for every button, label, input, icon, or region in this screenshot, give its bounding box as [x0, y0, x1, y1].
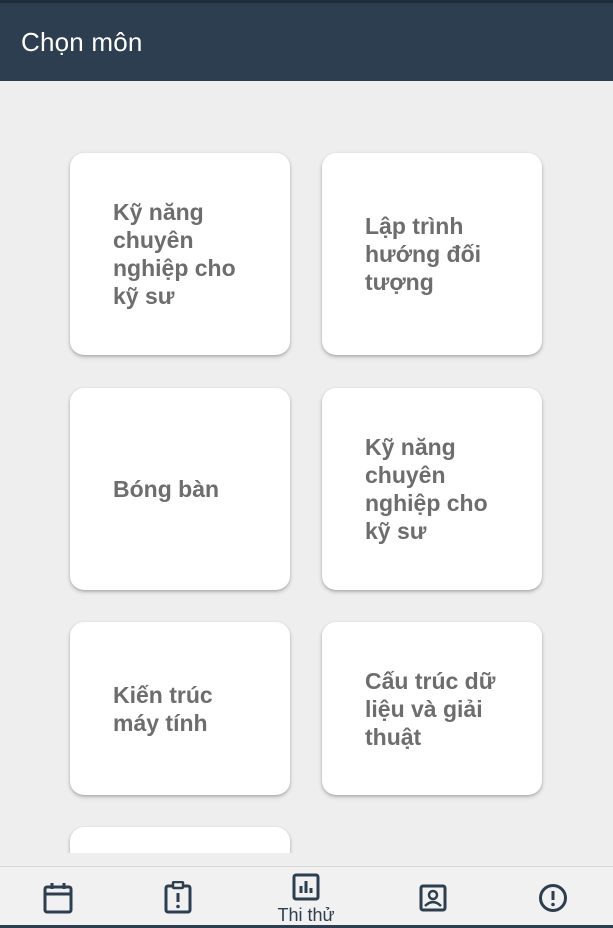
- subject-card-label: Kiến trúc máy tính: [113, 681, 213, 736]
- page-title: Chọn môn: [21, 27, 143, 57]
- nav-item-label: Thi thử: [277, 905, 335, 925]
- subject-grid: Kỹ năng chuyên nghiệp cho kỹ sư Lập trìn…: [0, 81, 613, 853]
- bar-chart-icon: [292, 873, 320, 901]
- app-screen: Chọn môn Kỹ năng chuyên nghiệp cho kỹ sư…: [0, 0, 613, 928]
- subject-card-partial[interactable]: [70, 827, 290, 853]
- subject-card[interactable]: Lập trình hướng đối tượng: [322, 153, 542, 355]
- subject-card-label: Kỹ năng chuyên nghiệp cho kỹ sư: [365, 434, 488, 544]
- clipboard-alert-icon: [164, 881, 192, 914]
- nav-item-mock-exam[interactable]: Thi thử: [256, 867, 356, 927]
- subject-card-label: Bóng bàn: [113, 476, 220, 502]
- subject-card[interactable]: Cấu trúc dữ liệu và giải thuật: [322, 622, 542, 795]
- bottom-navigation: Thi thử: [0, 866, 613, 928]
- subject-card[interactable]: Kỹ năng chuyên nghiệp cho kỹ sư: [70, 153, 290, 355]
- subject-card[interactable]: Kiến trúc máy tính: [70, 622, 290, 795]
- nav-item-calendar[interactable]: [8, 867, 108, 927]
- nav-item-info[interactable]: [503, 867, 603, 927]
- nav-item-profile[interactable]: [383, 867, 483, 927]
- subject-card-label: Lập trình hướng đối tượng: [365, 213, 482, 295]
- subject-card[interactable]: Bóng bàn: [70, 388, 290, 590]
- app-header: Chọn môn: [0, 0, 613, 81]
- contact-card-icon: [419, 884, 447, 912]
- subject-card[interactable]: Kỹ năng chuyên nghiệp cho kỹ sư: [322, 388, 542, 590]
- info-circle-icon: [539, 884, 567, 912]
- nav-item-tests[interactable]: [128, 867, 228, 927]
- subject-card-label: Kỹ năng chuyên nghiệp cho kỹ sư: [113, 199, 236, 309]
- subject-card-label: Cấu trúc dữ liệu và giải thuật: [365, 667, 496, 750]
- calendar-icon: [43, 883, 73, 914]
